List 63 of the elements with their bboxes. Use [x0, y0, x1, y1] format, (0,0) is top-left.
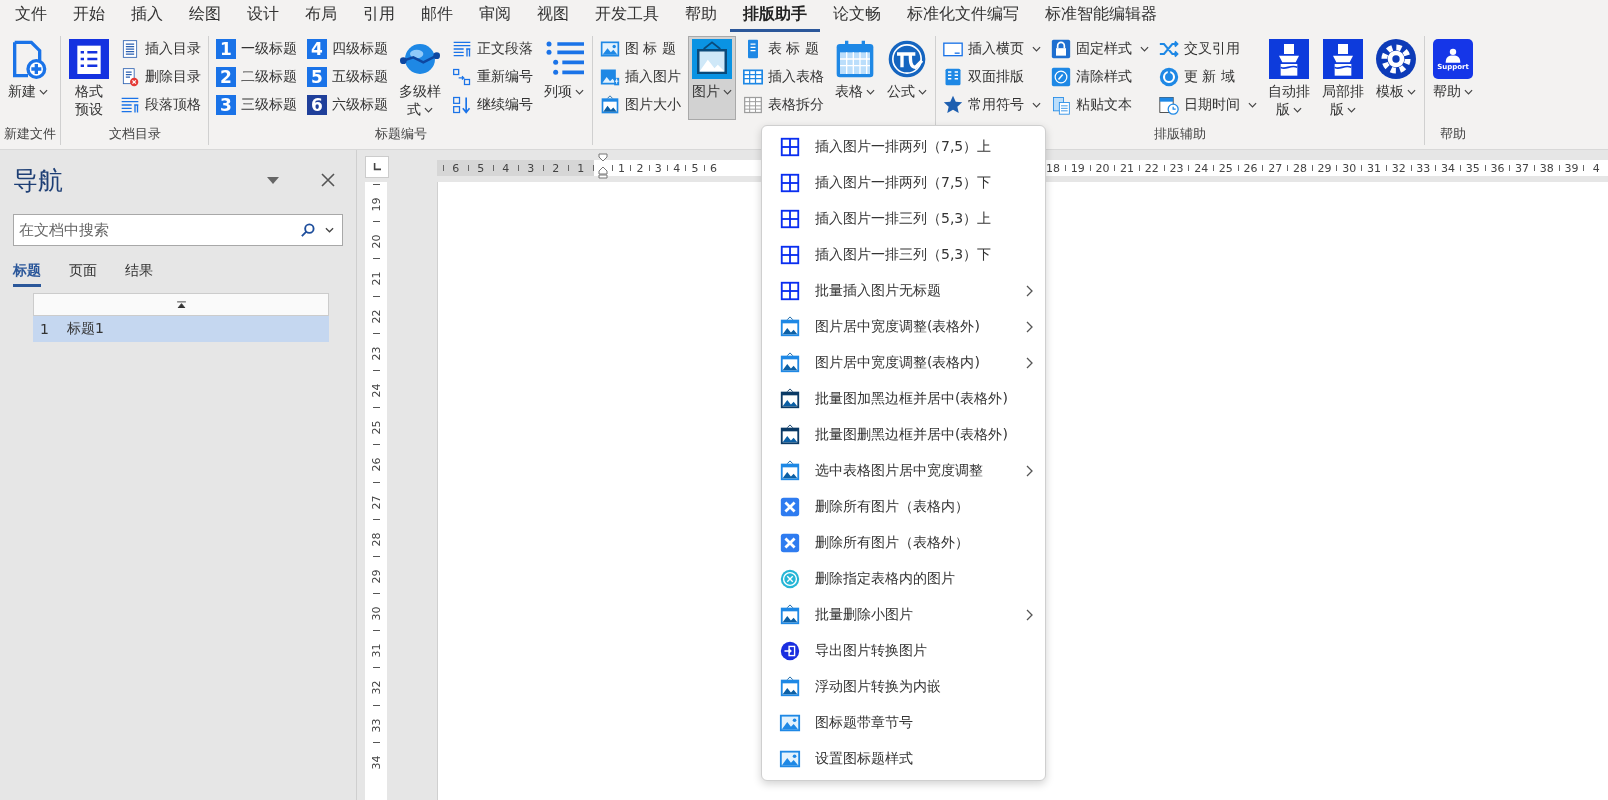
ruler-number: 6	[709, 161, 718, 175]
level-number: 2	[216, 67, 236, 87]
ruler-number: 5	[690, 161, 700, 175]
ruler-number: 29	[1316, 161, 1333, 175]
ruler-number: 32	[370, 680, 382, 695]
ruler-number: 35	[1464, 161, 1481, 175]
ruler-number: 31	[1365, 161, 1382, 175]
ruler-number: 29	[370, 569, 382, 584]
ruler-number: 25	[1217, 161, 1234, 175]
ruler-number: 24	[1193, 161, 1210, 175]
ruler-number: 20	[1094, 161, 1111, 175]
ruler-number: 23	[1168, 161, 1185, 175]
ruler-number: 28	[1291, 161, 1308, 175]
ruler-number: 28	[370, 532, 382, 547]
level-number: 3	[216, 95, 236, 115]
ruler-number: 6	[451, 161, 461, 175]
ruler-number: 27	[1267, 161, 1284, 175]
ruler-number: 26	[370, 457, 382, 472]
ruler-number: 27	[370, 495, 382, 509]
ruler-number: 22	[1143, 161, 1160, 175]
ruler-number: 19	[370, 197, 382, 212]
group-label: 文档目录	[108, 125, 161, 143]
ruler-number: 21	[1119, 161, 1136, 175]
ruler-number: 4	[501, 161, 511, 175]
ruler-number: 20	[370, 234, 382, 249]
ruler-number: 2	[635, 161, 645, 175]
group-label: 帮助	[1440, 125, 1466, 143]
ruler-number: 22	[370, 309, 382, 324]
level-number: 6	[307, 95, 327, 115]
ruler-number: 34	[370, 755, 382, 770]
ruler-number: 5	[476, 161, 486, 175]
level-number: 4	[307, 39, 327, 59]
ruler-number: 33	[370, 718, 382, 733]
ruler-number: 4	[1591, 161, 1601, 175]
ruler-number: 33	[1415, 161, 1432, 175]
ruler-number: 26	[1242, 161, 1259, 175]
group-label: 新建文件	[4, 125, 56, 143]
level-number: 1	[216, 39, 236, 59]
ruler-number: 39	[1563, 161, 1580, 175]
ruler-number: 4	[672, 161, 682, 175]
ruler-number: 34	[1440, 161, 1457, 175]
ruler-number: 36	[1489, 161, 1506, 175]
ruler-number: 37	[1514, 161, 1531, 175]
ruler-number: 3	[526, 161, 536, 175]
pane-title: 导航	[13, 164, 64, 197]
ruler-number: 1	[617, 161, 627, 175]
ruler-number: 24	[370, 383, 382, 398]
ruler-number: 21	[370, 271, 382, 286]
ruler-number: 3	[653, 161, 663, 175]
ruler-number: 30	[370, 606, 382, 621]
ruler-number: 30	[1341, 161, 1358, 175]
ruler-number: 18	[1045, 161, 1062, 175]
group-label: 标题编号	[374, 125, 427, 143]
ruler-number: 32	[1390, 161, 1407, 175]
ruler-number: 25	[370, 420, 382, 435]
level-number: 5	[307, 67, 327, 87]
ruler-number: 31	[370, 643, 382, 658]
ruler-number: 38	[1538, 161, 1555, 175]
ruler-number: 1	[576, 161, 586, 175]
ruler-number: 2	[551, 161, 561, 175]
ruler-number: 19	[1069, 161, 1086, 175]
ruler-number: 23	[370, 346, 382, 361]
group-label: 排版辅助	[1154, 125, 1206, 143]
